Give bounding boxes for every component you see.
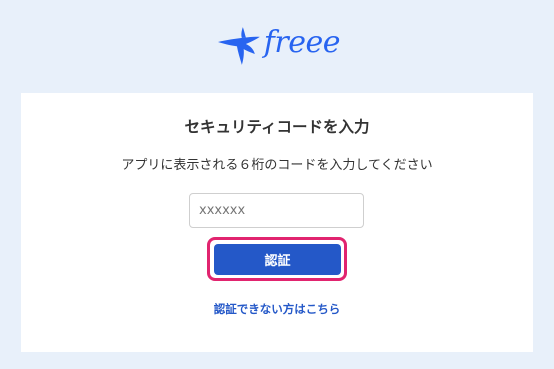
security-code-card: セキュリティコードを入力 アプリに表示される６桁のコードを入力してください 認証… — [21, 93, 533, 352]
bird-icon — [217, 27, 260, 65]
page-title: セキュリティコードを入力 — [184, 118, 370, 136]
freee-logo: freee — [216, 22, 341, 68]
cannot-authenticate-link[interactable]: 認証できない方はこちら — [21, 301, 533, 317]
instruction-text: アプリに表示される６桁のコードを入力してください — [121, 158, 433, 173]
security-code-input[interactable] — [189, 193, 364, 228]
logo-text: freee — [263, 25, 341, 60]
authenticate-button[interactable]: 認証 — [214, 244, 341, 275]
